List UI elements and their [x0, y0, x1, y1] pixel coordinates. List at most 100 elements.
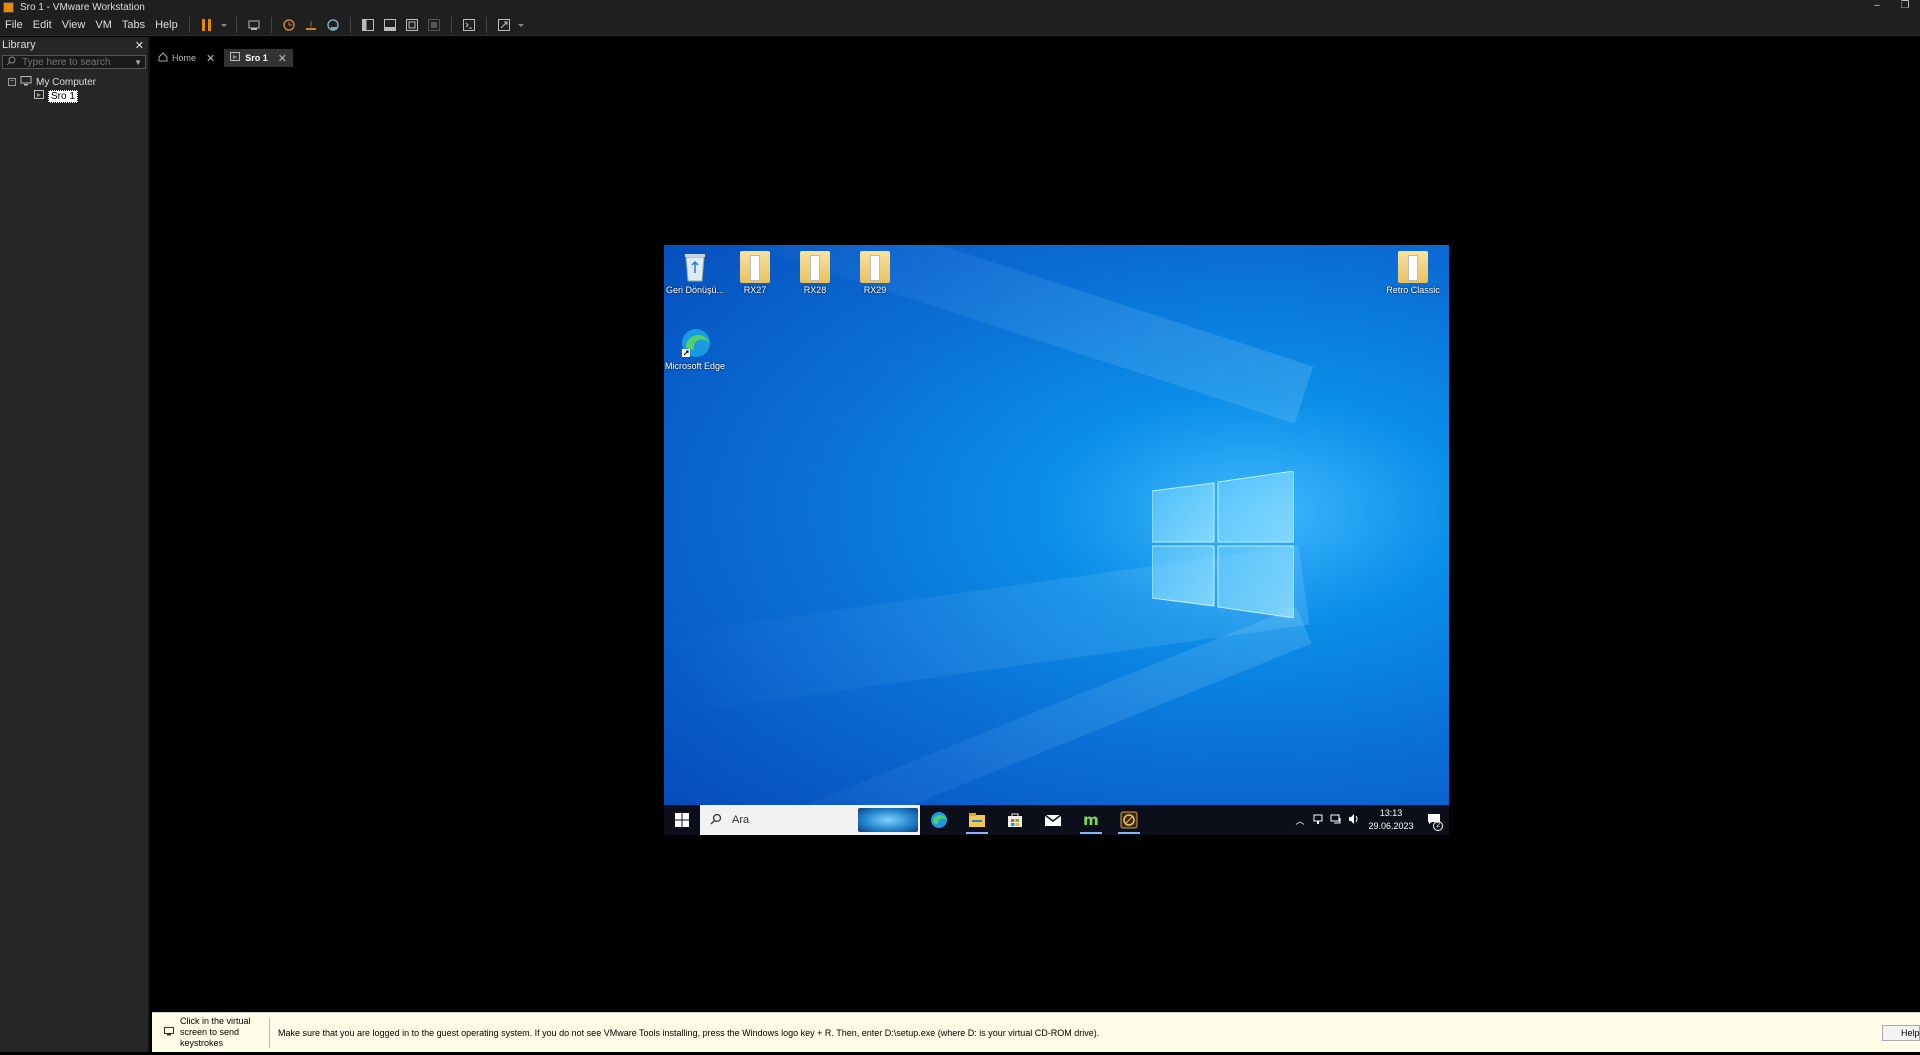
- desktop-icon-rx29[interactable]: RX29: [844, 251, 906, 295]
- window-title: Sro 1 - VMware Workstation: [20, 1, 145, 13]
- snapshot-icon[interactable]: [280, 17, 298, 33]
- virtual-machine-screen[interactable]: Geri Dönüşü... RX27 RX28 RX29 Retro Clas…: [664, 245, 1449, 835]
- vm-running-icon: [34, 89, 45, 103]
- network-icon[interactable]: [1327, 813, 1345, 827]
- click-hint-text: Click in the virtual screen to send keys…: [180, 1016, 251, 1048]
- console-view-icon[interactable]: [460, 17, 478, 33]
- hint-message: Make sure that you are logged in to the …: [278, 1027, 1100, 1038]
- click-to-focus-hint: Click in the virtual screen to send keys…: [152, 1016, 270, 1048]
- edge-icon: [680, 327, 710, 359]
- desktop-icon-recycle-bin[interactable]: Geri Dönüşü...: [664, 251, 726, 295]
- edge-icon: [931, 812, 947, 828]
- toolbar-separator: [485, 16, 487, 33]
- tab-bar: Home ✕ Sro 1 ✕: [152, 48, 296, 68]
- menu-edit[interactable]: Edit: [28, 19, 57, 31]
- game-launcher-icon: [1120, 811, 1138, 829]
- taskbar-app-mail[interactable]: [1034, 805, 1072, 835]
- search-input[interactable]: [22, 56, 132, 68]
- full-screen-icon[interactable]: [403, 17, 421, 33]
- stretch-guest-icon[interactable]: [495, 17, 513, 33]
- tree-item-my-computer[interactable]: − My Computer: [0, 75, 148, 89]
- keyboard-icon: [164, 1026, 174, 1039]
- folder-icon: [860, 251, 890, 283]
- vmware-app-icon: [3, 1, 14, 13]
- chevron-down-icon[interactable]: [220, 17, 228, 33]
- toolbar-separator: [450, 16, 452, 33]
- menu-file[interactable]: File: [0, 19, 28, 31]
- network-device-icon[interactable]: [1309, 813, 1327, 827]
- send-keys-icon[interactable]: [245, 17, 263, 33]
- chevron-down-icon[interactable]: [517, 17, 525, 33]
- file-explorer-icon: [969, 813, 985, 827]
- unity-icon[interactable]: [425, 17, 443, 33]
- tab-home[interactable]: Home ✕: [152, 49, 221, 67]
- menu-tabs[interactable]: Tabs: [117, 19, 150, 31]
- m-app-icon: m: [1083, 811, 1099, 829]
- desktop-icon-label: Geri Dönüşü...: [665, 285, 725, 295]
- recycle-bin-icon: [680, 251, 710, 283]
- menu-help[interactable]: Help: [150, 19, 183, 31]
- notification-center-icon[interactable]: 2: [1419, 813, 1449, 831]
- taskbar-clock[interactable]: 13:13 29.06.2023: [1363, 807, 1419, 833]
- taskbar-app-store[interactable]: [996, 805, 1034, 835]
- home-icon: [158, 52, 168, 64]
- desktop-icon-retro-classic[interactable]: Retro Classic: [1382, 251, 1444, 295]
- taskbar-app-file-explorer[interactable]: [958, 805, 996, 835]
- tree-label-sro-1[interactable]: Sro 1: [48, 89, 78, 103]
- restore-button[interactable]: ❐: [1890, 0, 1920, 14]
- taskbar-app-game[interactable]: [1110, 805, 1148, 835]
- menu-vm[interactable]: VM: [90, 19, 117, 31]
- help-button[interactable]: Help: [1882, 1025, 1920, 1041]
- library-search[interactable]: ▼: [2, 55, 146, 69]
- guest-taskbar: Ara m ︿ 13:13 29.06.2023 2: [664, 805, 1449, 835]
- library-panel: Library ✕ ▼ − My Computer Sro 1: [0, 37, 150, 1052]
- desktop-icon-label: Microsoft Edge: [664, 361, 726, 371]
- toolbar-separator: [188, 16, 190, 33]
- search-text: Ara: [732, 814, 750, 826]
- close-icon[interactable]: ✕: [135, 39, 144, 52]
- computer-icon: [20, 75, 32, 89]
- windows-logo-wallpaper: [1152, 471, 1294, 618]
- snapshot-manager-icon[interactable]: [324, 17, 342, 33]
- desktop-icon-label: RX29: [863, 285, 887, 295]
- show-library-icon[interactable]: [359, 17, 377, 33]
- vmware-tools-hint-bar: Click in the virtual screen to send keys…: [152, 1012, 1920, 1052]
- library-title: Library: [2, 39, 36, 51]
- search-icon: [710, 813, 722, 828]
- search-icon: [6, 56, 16, 69]
- windows-start-icon: [675, 813, 689, 827]
- pause-icon[interactable]: [198, 17, 216, 33]
- start-button[interactable]: [664, 805, 700, 835]
- taskbar-app-edge[interactable]: [920, 805, 958, 835]
- desktop-icon-label: RX28: [803, 285, 827, 295]
- desktop-icon-label: Retro Classic: [1386, 285, 1440, 295]
- clock-time: 13:13: [1379, 808, 1403, 818]
- minimize-button[interactable]: –: [1862, 0, 1892, 14]
- search-highlight-image: [858, 808, 918, 832]
- desktop-icon-rx28[interactable]: RX28: [784, 251, 846, 295]
- chevron-up-icon[interactable]: ︿: [1291, 814, 1309, 827]
- taskbar-app-m[interactable]: m: [1072, 805, 1110, 835]
- thumbnail-bar-icon[interactable]: [381, 17, 399, 33]
- volume-icon[interactable]: [1345, 813, 1363, 827]
- tree-item-sro-1[interactable]: Sro 1: [0, 89, 148, 103]
- clock-date: 29.06.2023: [1368, 821, 1414, 831]
- vm-running-icon: [230, 52, 241, 64]
- mail-icon: [1044, 814, 1062, 826]
- close-icon[interactable]: ✕: [278, 52, 287, 65]
- revert-snapshot-icon[interactable]: [302, 17, 320, 33]
- menu-view[interactable]: View: [57, 19, 91, 31]
- desktop-icon-rx27[interactable]: RX27: [724, 251, 786, 295]
- chevron-down-icon[interactable]: ▼: [134, 58, 142, 67]
- tab-sro-1[interactable]: Sro 1 ✕: [224, 49, 293, 67]
- desktop-icon-label: RX27: [743, 285, 767, 295]
- collapse-toggle[interactable]: −: [8, 78, 16, 86]
- library-header: Library ✕: [0, 37, 148, 53]
- tab-label-sro-1: Sro 1: [245, 53, 268, 63]
- tree-label-my-computer: My Computer: [36, 76, 97, 88]
- close-icon[interactable]: ✕: [206, 52, 215, 65]
- system-tray: ︿ 13:13 29.06.2023 2: [1291, 805, 1449, 835]
- taskbar-search-box[interactable]: Ara: [700, 805, 920, 835]
- toolbar-separator: [270, 16, 272, 33]
- desktop-icon-microsoft-edge[interactable]: Microsoft Edge: [664, 327, 726, 371]
